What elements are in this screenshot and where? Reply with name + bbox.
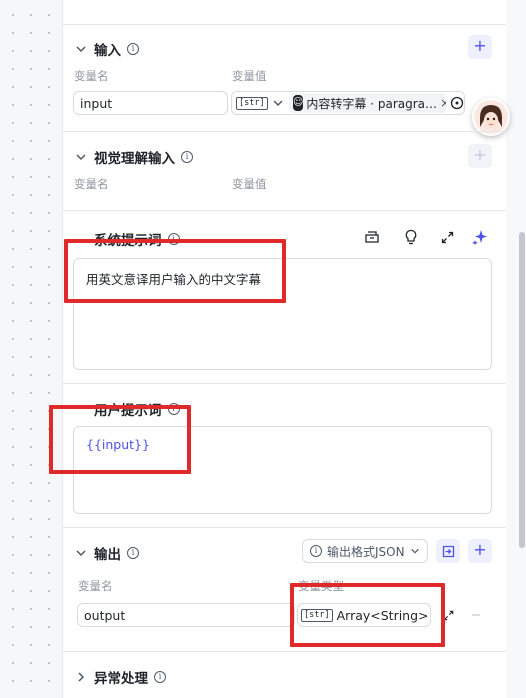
visual-input-section-header[interactable]: 视觉理解输入 i [74, 147, 193, 167]
info-icon: i [310, 545, 322, 557]
bulb-icon [405, 229, 417, 245]
plus-icon: + [473, 540, 487, 559]
input-section-title: 输入 [94, 43, 121, 59]
add-visual-input-button[interactable]: + [468, 144, 492, 168]
highlight-system-prompt [64, 239, 286, 303]
type-tag: [str] [236, 96, 268, 110]
output-variable-name-field[interactable]: output [77, 603, 295, 627]
divider [62, 24, 506, 25]
chevron-down-icon[interactable] [74, 546, 88, 560]
library-icon [365, 231, 379, 243]
output-format-select[interactable]: i 输出格式JSON [302, 539, 428, 563]
import-output-button[interactable] [436, 539, 460, 563]
exception-section-header[interactable]: 异常处理 i [74, 667, 166, 687]
workflow-canvas[interactable] [0, 0, 64, 698]
info-icon[interactable]: i [127, 547, 139, 559]
import-icon [442, 545, 454, 557]
output-col-name: 变量名 [78, 579, 113, 593]
sparkle-icon [472, 230, 487, 245]
info-icon[interactable]: i [181, 151, 193, 163]
chevron-down-icon[interactable] [74, 150, 88, 164]
exception-section-title: 异常处理 [94, 671, 148, 687]
input-section-header[interactable]: 输入 i [74, 39, 139, 59]
bot-icon: ☺ [292, 95, 304, 111]
input-variable-value-field[interactable]: [str] ☺ 内容转字幕 · paragra… × [231, 91, 465, 115]
divider [62, 527, 506, 528]
plus-icon: + [473, 145, 487, 164]
chevron-down-icon[interactable] [74, 42, 88, 56]
visual-input-section-title: 视觉理解输入 [94, 151, 175, 167]
add-input-button[interactable]: + [468, 35, 492, 59]
scrollbar-thumb[interactable] [519, 232, 525, 548]
input-variable-name-field[interactable]: input [73, 91, 228, 115]
chevron-down-icon [410, 548, 419, 554]
info-icon[interactable]: i [154, 671, 166, 683]
expand-icon [441, 231, 453, 243]
ai-optimize-button[interactable] [468, 225, 492, 249]
divider [62, 210, 506, 211]
highlight-output-type [290, 583, 445, 647]
highlight-user-prompt [49, 405, 191, 474]
variable-reference-chip[interactable]: ☺ 内容转字幕 · paragra… × [288, 93, 446, 113]
divider [62, 651, 506, 652]
input-variable-name-value: input [80, 95, 113, 111]
expand-system-prompt-button[interactable] [435, 225, 459, 249]
output-section-title: 输出 [94, 547, 121, 563]
variable-reference-label: 内容转字幕 · paragra… [306, 96, 438, 111]
visual-col-value: 变量值 [232, 177, 267, 191]
visual-col-name: 变量名 [74, 177, 109, 191]
plus-icon: + [473, 36, 487, 55]
prompt-library-button[interactable] [360, 225, 384, 249]
clear-reference-button[interactable]: × [440, 96, 446, 110]
minus-icon [472, 614, 480, 616]
input-col-name: 变量名 [74, 69, 109, 83]
output-format-label: 输出格式JSON [327, 544, 405, 559]
divider [62, 383, 506, 384]
info-icon[interactable]: i [127, 43, 139, 55]
output-variable-name-value: output [84, 607, 126, 623]
output-section-header[interactable]: 输出 i [74, 543, 139, 563]
remove-output-button[interactable] [464, 603, 488, 627]
target-icon[interactable] [450, 96, 464, 110]
divider [62, 131, 506, 132]
add-output-button[interactable]: + [468, 539, 492, 563]
prompt-tips-button[interactable] [399, 225, 423, 249]
input-col-value: 变量值 [232, 69, 267, 83]
chevron-right-icon[interactable] [74, 670, 88, 684]
chevron-down-icon[interactable] [272, 96, 285, 110]
